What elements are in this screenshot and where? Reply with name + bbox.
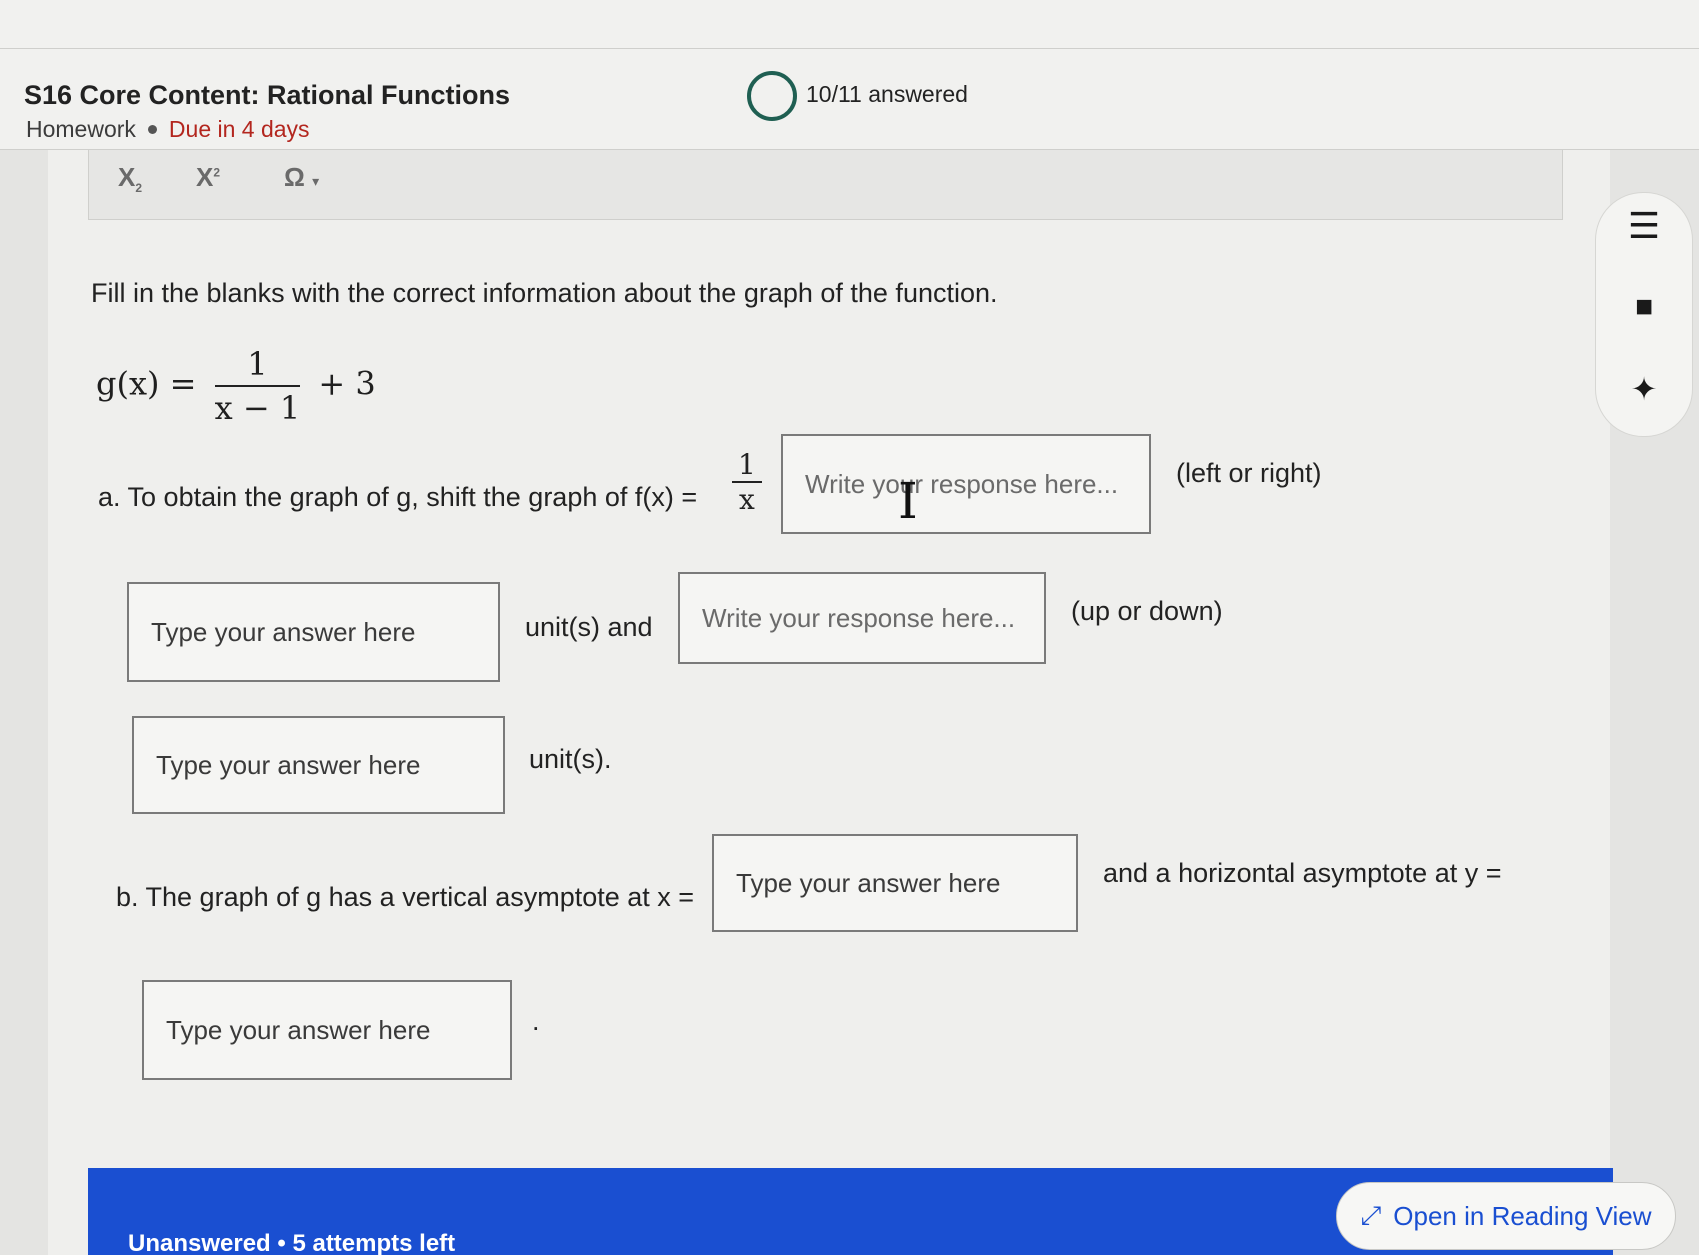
progress-ring-icon (747, 71, 797, 121)
part-a-text: a. To obtain the graph of g, shift the g… (98, 482, 698, 512)
horizontal-direction-input[interactable] (781, 434, 1151, 534)
vertical-direction-input[interactable] (678, 572, 1046, 664)
subscript-button[interactable]: X2 (118, 162, 142, 195)
assignment-title: S16 Core Content: Rational Functions (24, 80, 511, 110)
part-b-text2: and a horizontal asymptote at y = (1103, 858, 1502, 888)
question-prompt: Fill in the blanks with the correct info… (91, 278, 998, 308)
function-denominator: x − 1 (214, 389, 301, 427)
part-a-fraction: 1 x (732, 448, 762, 516)
function-rhs: + 3 (318, 364, 376, 403)
part-a-frac-numerator: 1 (732, 448, 762, 483)
up-down-hint: (up or down) (1071, 596, 1223, 626)
expand-icon: ⤢ (1360, 1200, 1382, 1230)
part-a-frac-denominator: x (739, 483, 755, 516)
left-right-hint: (left or right) (1176, 458, 1322, 488)
notes-icon[interactable]: ■ (1595, 290, 1693, 324)
special-chars-button[interactable]: Ω ▾ (284, 162, 319, 193)
due-date: Due in 4 days (168, 116, 310, 142)
horizontal-asymptote-input[interactable] (142, 980, 512, 1080)
attempts-status: Unanswered • 5 attempts left (128, 1230, 456, 1255)
function-numerator: 1 (214, 345, 301, 387)
open-reading-view-button[interactable]: ⤢ Open in Reading View (1336, 1182, 1676, 1250)
assignment-meta: Homework Due in 4 days (26, 116, 310, 143)
sparkle-icon[interactable]: ✦ (1595, 370, 1693, 408)
units-end-label: unit(s). (529, 744, 612, 774)
divider (0, 48, 1699, 49)
separator-dot (147, 124, 157, 134)
part-b-text: b. The graph of g has a vertical asympto… (116, 882, 695, 912)
units-and-label: unit(s) and (525, 612, 653, 642)
superscript-button[interactable]: X2 (196, 162, 220, 193)
progress-text: 10/11 answered (806, 81, 968, 107)
chevron-down-icon: ▾ (312, 173, 320, 189)
vertical-units-input[interactable] (132, 716, 505, 814)
question-card (48, 150, 1610, 1255)
reading-view-label: Open in Reading View (1393, 1200, 1652, 1231)
function-equation: g(x) = 1 x − 1 + 3 (96, 345, 376, 427)
period-mark: . (532, 1006, 540, 1036)
horizontal-units-input[interactable] (127, 582, 500, 682)
function-fraction: 1 x − 1 (214, 345, 301, 427)
assignment-type: Homework (26, 116, 136, 142)
list-icon[interactable]: ☰ (1595, 205, 1693, 247)
function-lhs: g(x) = (96, 364, 197, 403)
vertical-asymptote-input[interactable] (712, 834, 1078, 932)
text-cursor-icon: I (898, 472, 918, 530)
